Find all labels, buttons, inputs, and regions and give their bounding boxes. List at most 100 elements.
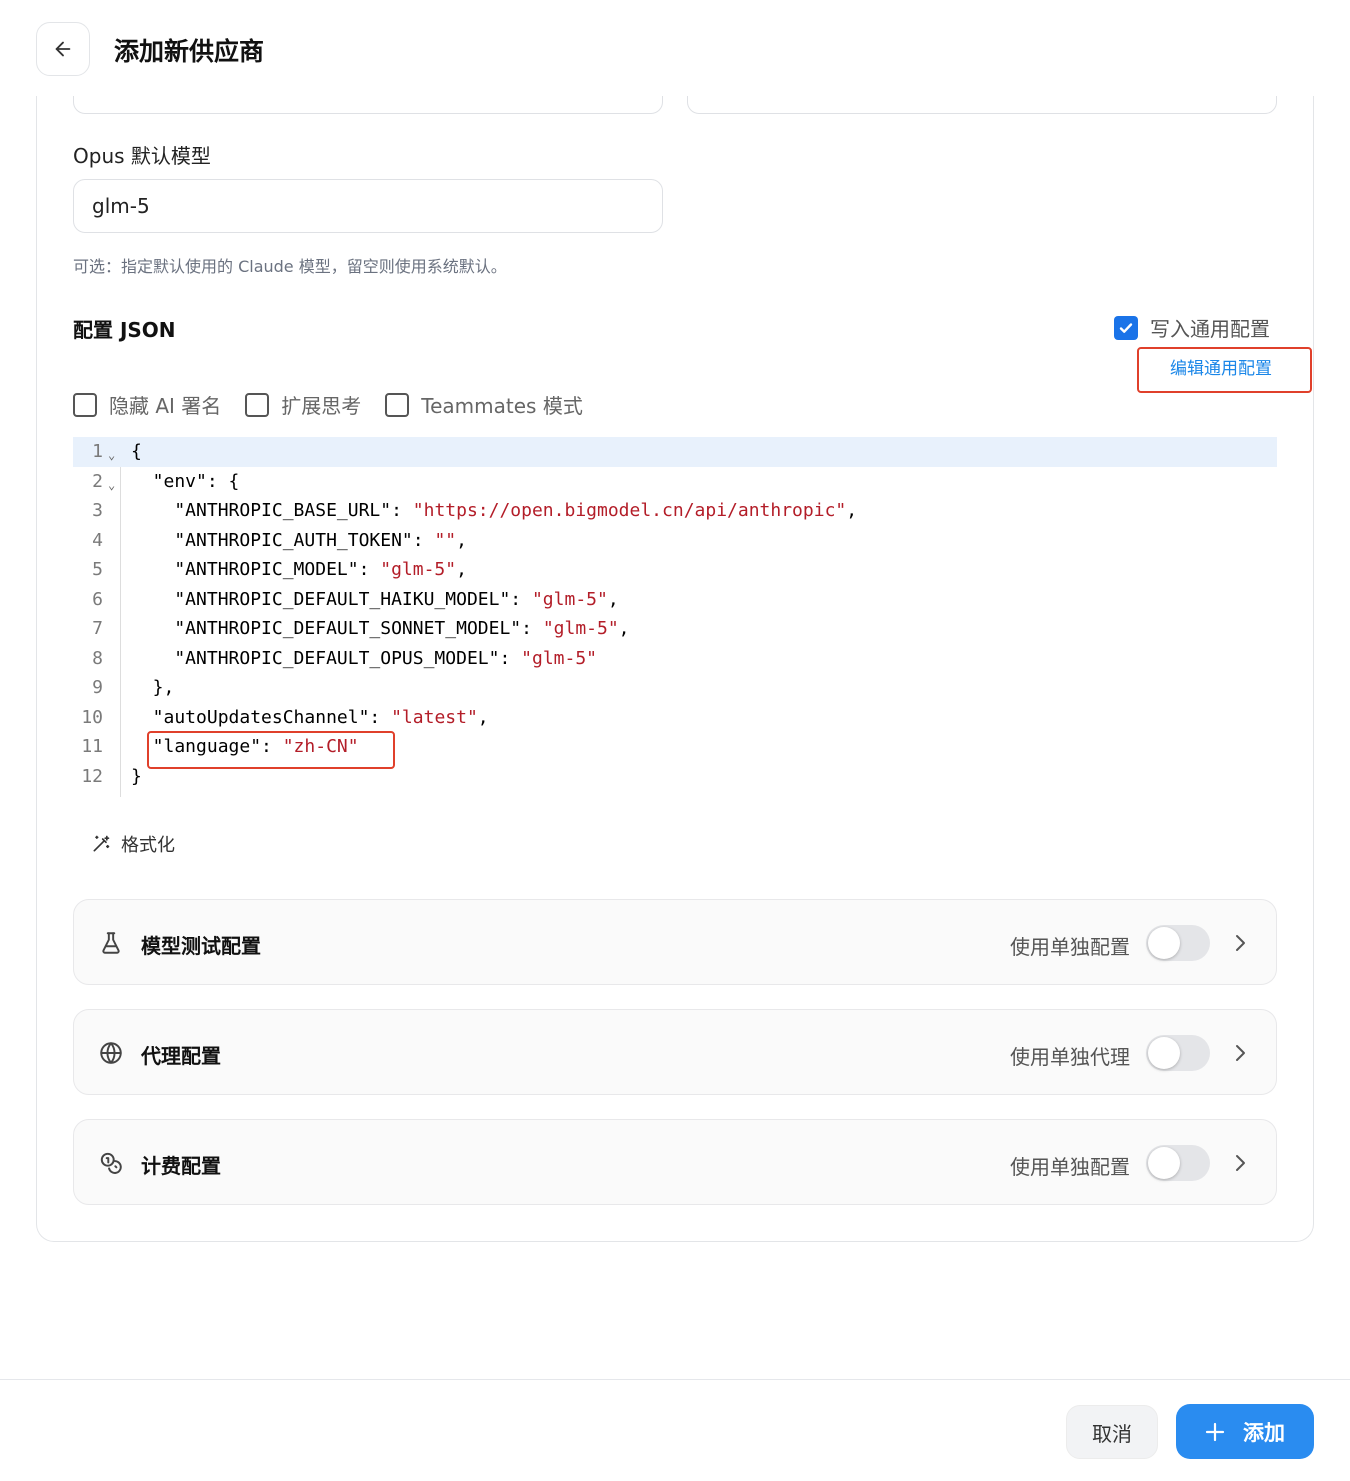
code-line[interactable]: 4 "ANTHROPIC_AUTH_TOKEN": "", [73, 526, 1277, 556]
section-title: 模型测试配置 [141, 934, 261, 958]
json-string-value: "glm-5" [380, 559, 457, 580]
section-billing-config[interactable]: 计费配置 使用单独配置 [73, 1119, 1277, 1205]
option-teammates-mode[interactable]: Teammates 模式 [385, 390, 583, 419]
opus-model-hint: 可选：指定默认使用的 Claude 模型，留空则使用系统默认。 [73, 257, 507, 276]
code-line[interactable]: 1 ⌄{ [73, 437, 1277, 467]
toggle-label: 使用单独配置 [1010, 935, 1130, 959]
back-button[interactable] [36, 22, 90, 76]
chevron-right-icon[interactable] [1234, 1040, 1248, 1066]
json-text: "ANTHROPIC_AUTH_TOKEN": [131, 529, 435, 551]
annotation-highlight-box [1137, 347, 1312, 393]
json-string-value: "https://open.bigmodel.cn/api/anthropic" [412, 500, 847, 521]
json-text: , [456, 529, 467, 551]
magic-wand-icon [93, 835, 110, 852]
json-string-value: "glm-5" [521, 647, 597, 669]
toggle-knob [1148, 1147, 1180, 1179]
code-text: "ANTHROPIC_DEFAULT_SONNET_MODEL": "glm-5… [131, 614, 630, 644]
option-hide-ai-signature[interactable]: 隐藏 AI 署名 [73, 390, 221, 419]
json-text: , [618, 618, 630, 639]
option-label: Teammates 模式 [421, 394, 583, 418]
json-string-value: "glm-5" [531, 588, 608, 610]
code-text: } [131, 762, 142, 792]
code-line[interactable]: 9 }, [73, 673, 1277, 703]
format-button[interactable]: 格式化 [91, 831, 175, 857]
globe-icon [100, 1042, 122, 1064]
write-common-config-label: 写入通用配置 [1150, 317, 1270, 341]
code-text: "autoUpdatesChannel": "latest", [131, 703, 489, 733]
json-text: } [131, 765, 142, 787]
chevron-right-icon[interactable] [1234, 1150, 1248, 1176]
code-text: "ANTHROPIC_MODEL": "glm-5", [131, 555, 467, 585]
line-number: 9 [92, 677, 103, 698]
line-number: 5 [92, 559, 103, 580]
json-string-value: "" [434, 529, 457, 551]
plus-icon [1205, 1422, 1225, 1441]
separate-proxy-toggle[interactable] [1146, 1035, 1210, 1071]
code-line[interactable]: 6 "ANTHROPIC_DEFAULT_HAIKU_MODEL": "glm-… [73, 585, 1277, 615]
line-number: 12 [81, 765, 103, 787]
code-text: "ANTHROPIC_AUTH_TOKEN": "", [131, 526, 467, 556]
separate-billing-toggle[interactable] [1146, 1145, 1210, 1181]
json-text: , [846, 500, 858, 521]
separate-config-toggle[interactable] [1146, 925, 1210, 961]
option-extended-thinking[interactable]: 扩展思考 [245, 390, 361, 419]
option-label: 隐藏 AI 署名 [109, 394, 222, 418]
line-number: 8 [92, 647, 103, 669]
code-line[interactable]: 10 "autoUpdatesChannel": "latest", [73, 703, 1277, 733]
json-text: , [456, 559, 467, 580]
coins-icon [100, 1152, 122, 1174]
json-text: "ANTHROPIC_BASE_URL": [131, 500, 413, 521]
line-number: 4 [92, 529, 103, 551]
json-text: "ANTHROPIC_DEFAULT_OPUS_MODEL": [131, 647, 522, 669]
arrow-left-icon [55, 41, 71, 57]
section-model-test-config[interactable]: 模型测试配置 使用单独配置 [73, 899, 1277, 985]
code-line[interactable]: 8 "ANTHROPIC_DEFAULT_OPUS_MODEL": "glm-5… [73, 644, 1277, 674]
footer-divider [0, 1379, 1350, 1380]
checkbox-unchecked-icon[interactable] [385, 392, 410, 417]
option-label: 扩展思考 [281, 394, 362, 418]
line-number: 10 [81, 706, 103, 728]
section-title: 计费配置 [141, 1154, 221, 1178]
json-text: "env": { [131, 470, 240, 492]
json-text: "ANTHROPIC_MODEL": [131, 559, 381, 580]
opus-model-label: Opus 默认模型 [73, 144, 211, 168]
section-title: 代理配置 [141, 1044, 221, 1068]
code-text: }, [131, 673, 175, 703]
checkbox-checked-icon[interactable] [1114, 315, 1138, 340]
cancel-button[interactable]: 取消 [1066, 1405, 1158, 1459]
code-text: "ANTHROPIC_DEFAULT_OPUS_MODEL": "glm-5" [131, 644, 597, 674]
code-line[interactable]: 2 ⌄ "env": { [73, 467, 1277, 497]
page-title: 添加新供应商 [114, 37, 265, 66]
json-text: { [131, 441, 142, 462]
json-text: "autoUpdatesChannel": [131, 706, 392, 728]
code-text: "ANTHROPIC_DEFAULT_HAIKU_MODEL": "glm-5"… [131, 585, 619, 615]
line-number: 2 [92, 470, 103, 492]
annotation-highlight-box [147, 731, 395, 769]
toggle-knob [1148, 927, 1180, 959]
toggle-knob [1148, 1037, 1180, 1069]
config-options: 隐藏 AI 署名 扩展思考 Teammates 模式 [73, 390, 583, 419]
json-text: , [607, 588, 619, 610]
chevron-right-icon[interactable] [1234, 930, 1248, 956]
page-header: 添加新供应商 [0, 0, 1350, 96]
json-text: "ANTHROPIC_DEFAULT_HAIKU_MODEL": [131, 588, 532, 610]
add-button-label: 添加 [1243, 1420, 1285, 1445]
checkbox-unchecked-icon[interactable] [73, 392, 97, 417]
code-text: "ANTHROPIC_BASE_URL": "https://open.bigm… [131, 496, 857, 526]
code-line[interactable]: 5 "ANTHROPIC_MODEL": "glm-5", [73, 555, 1277, 585]
section-proxy-config[interactable]: 代理配置 使用单独代理 [73, 1009, 1277, 1095]
checkbox-unchecked-icon[interactable] [245, 392, 270, 417]
flask-icon [102, 932, 120, 954]
toggle-label: 使用单独配置 [1010, 1155, 1130, 1179]
line-number: 11 [81, 736, 103, 757]
code-line[interactable]: 3 "ANTHROPIC_BASE_URL": "https://open.bi… [73, 496, 1277, 526]
add-button[interactable]: 添加 [1176, 1404, 1314, 1459]
line-number: 7 [92, 618, 103, 639]
write-common-config-checkbox[interactable]: 写入通用配置 [1114, 313, 1270, 342]
line-number: 6 [92, 588, 103, 610]
code-text: "env": { [131, 467, 240, 497]
json-string-value: "glm-5" [542, 618, 619, 639]
opus-model-input[interactable] [73, 179, 663, 233]
config-json-label: 配置 JSON [73, 318, 176, 342]
code-line[interactable]: 7 "ANTHROPIC_DEFAULT_SONNET_MODEL": "glm… [73, 614, 1277, 644]
